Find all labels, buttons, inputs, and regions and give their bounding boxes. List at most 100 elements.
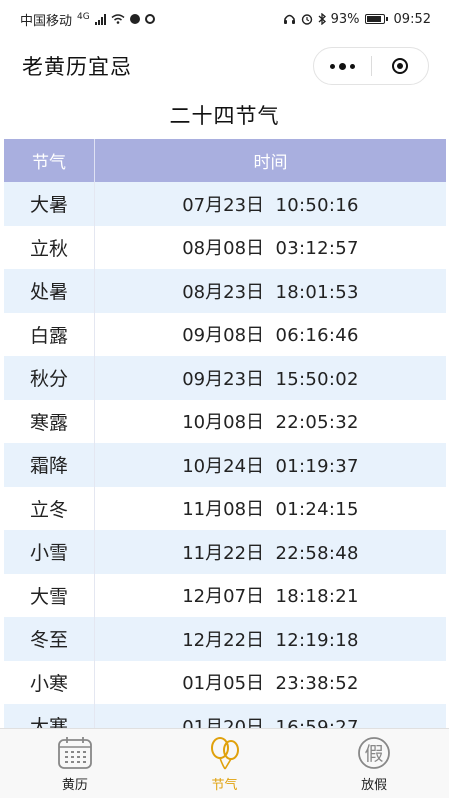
app-notification-icon <box>144 14 155 24</box>
term-date: 07月23日 <box>182 194 265 216</box>
term-date: 11月08日 <box>182 499 265 521</box>
solar-terms-table: 节气 时间 大暑 07月23日 10:50:16 立秋 08月08日 03:12:57… <box>4 139 446 728</box>
carrier-name: 中国移动 <box>20 13 73 29</box>
solar-term-name: 冬至 <box>4 617 95 661</box>
term-time: 23:38:52 <box>275 673 359 695</box>
term-time: 15:50:02 <box>275 368 359 390</box>
holiday-icon: 假 <box>358 737 391 769</box>
headphones-icon <box>283 14 295 24</box>
alarm-icon <box>301 14 312 25</box>
close-mini-program-button[interactable] <box>372 48 429 84</box>
term-date: 08月23日 <box>182 281 265 303</box>
clock-time: 09:52 <box>393 11 431 27</box>
chat-notification-icon <box>129 14 140 24</box>
solar-term-datetime: 01月05日 23:38:52 <box>94 660 446 704</box>
solar-term-name: 大雪 <box>4 573 95 617</box>
more-menu-button[interactable] <box>314 48 371 84</box>
tab-label: 节气 <box>211 778 238 793</box>
tab-label: 放假 <box>361 778 388 793</box>
term-date: 10月08日 <box>182 412 265 434</box>
table-row: 小雪 11月22日 22:58:48 <box>4 530 446 574</box>
solar-term-datetime: 08月08日 03:12:57 <box>94 225 446 269</box>
solar-term-datetime: 08月23日 18:01:53 <box>94 269 446 313</box>
term-time: 06:16:46 <box>275 325 359 347</box>
solar-term-datetime: 07月23日 10:50:16 <box>94 182 446 226</box>
tab-almanac[interactable]: 黄历 <box>0 729 150 798</box>
term-time: 12:19:18 <box>275 629 359 651</box>
close-target-icon <box>391 58 408 74</box>
solar-term-name: 寒露 <box>4 399 95 443</box>
column-header-term: 节气 <box>4 139 95 182</box>
term-time: 10:50:16 <box>275 194 359 216</box>
solar-term-datetime: 12月22日 12:19:18 <box>94 617 446 661</box>
solar-term-name: 大寒 <box>4 704 95 728</box>
navigation-bar: 老黄历宜忌 <box>0 38 449 94</box>
term-date: 12月22日 <box>182 629 265 651</box>
more-dots-icon <box>329 62 355 70</box>
holiday-glyph: 假 <box>365 743 384 765</box>
solar-term-datetime: 12月07日 18:18:21 <box>94 573 446 617</box>
solar-term-name: 白露 <box>4 312 95 356</box>
term-time: 18:01:53 <box>275 281 359 303</box>
term-date: 08月08日 <box>182 238 265 260</box>
term-date: 11月22日 <box>182 542 265 564</box>
battery-icon <box>364 14 388 24</box>
table-body: 大暑 07月23日 10:50:16 立秋 08月08日 03:12:57 处暑 08月2… <box>4 182 446 728</box>
solar-term-datetime: 09月08日 06:16:46 <box>94 312 446 356</box>
table-row: 白露 09月08日 06:16:46 <box>4 312 446 356</box>
table-row: 霜降 10月24日 01:19:37 <box>4 443 446 487</box>
battery-percent: 93% <box>330 11 360 27</box>
signal-icon <box>94 13 106 25</box>
bluetooth-icon <box>318 13 326 25</box>
tab-solar-terms[interactable]: 节气 <box>150 729 300 798</box>
solar-term-name: 立秋 <box>4 225 95 269</box>
table-row: 大寒 01月20日 16:59:27 <box>4 704 446 728</box>
table-row: 大暑 07月23日 10:50:16 <box>4 182 446 226</box>
term-time: 01:19:37 <box>275 455 359 477</box>
status-right: 93% 09:52 <box>283 12 431 27</box>
solar-term-datetime: 01月20日 16:59:27 <box>94 704 446 728</box>
solar-term-datetime: 10月08日 22:05:32 <box>94 399 446 443</box>
term-time: 22:05:32 <box>275 412 359 434</box>
tab-holidays[interactable]: 假 放假 <box>299 729 449 798</box>
solar-term-name: 立冬 <box>4 486 95 530</box>
column-header-time: 时间 <box>94 139 446 182</box>
tab-label: 黄历 <box>61 778 88 793</box>
balloons-icon <box>210 737 239 770</box>
page-title: 二十四节气 <box>169 104 280 128</box>
term-date: 09月23日 <box>182 368 265 390</box>
solar-term-name: 处暑 <box>4 269 95 313</box>
term-date: 01月20日 <box>182 716 265 728</box>
term-date: 01月05日 <box>182 673 265 695</box>
term-time: 18:18:21 <box>275 586 359 608</box>
table-row: 冬至 12月22日 12:19:18 <box>4 617 446 661</box>
bottom-tab-bar: 黄历 节气 假 放假 <box>0 728 449 798</box>
solar-term-name: 小寒 <box>4 660 95 704</box>
term-date: 09月08日 <box>182 325 265 347</box>
solar-term-name: 大暑 <box>4 182 95 226</box>
table-row: 处暑 08月23日 18:01:53 <box>4 269 446 313</box>
table-row: 秋分 09月23日 15:50:02 <box>4 356 446 400</box>
mini-program-capsule <box>313 47 429 85</box>
table-row: 小寒 01月05日 23:38:52 <box>4 660 446 704</box>
term-time: 22:58:48 <box>275 542 359 564</box>
term-date: 10月24日 <box>182 455 265 477</box>
solar-term-name: 秋分 <box>4 356 95 400</box>
app-title: 老黄历宜忌 <box>22 55 132 79</box>
term-time: 16:59:27 <box>275 716 359 728</box>
solar-term-datetime: 11月08日 01:24:15 <box>94 486 446 530</box>
status-left: 中国移动 4G <box>20 10 155 29</box>
table-header-row: 节气 时间 <box>4 139 446 182</box>
status-bar: 中国移动 4G 93% 09:52 <box>0 0 449 38</box>
table-row: 立冬 11月08日 01:24:15 <box>4 486 446 530</box>
table-row: 大雪 12月07日 18:18:21 <box>4 573 446 617</box>
solar-term-name: 霜降 <box>4 443 95 487</box>
solar-terms-table-container[interactable]: 节气 时间 大暑 07月23日 10:50:16 立秋 08月08日 03:12:57… <box>4 139 446 728</box>
term-time: 03:12:57 <box>275 238 359 260</box>
solar-term-datetime: 09月23日 15:50:02 <box>94 356 446 400</box>
wifi-icon <box>111 14 125 24</box>
table-row: 立秋 08月08日 03:12:57 <box>4 225 446 269</box>
term-time: 01:24:15 <box>275 499 359 521</box>
network-type: 4G <box>77 11 90 22</box>
calendar-icon <box>57 737 92 769</box>
